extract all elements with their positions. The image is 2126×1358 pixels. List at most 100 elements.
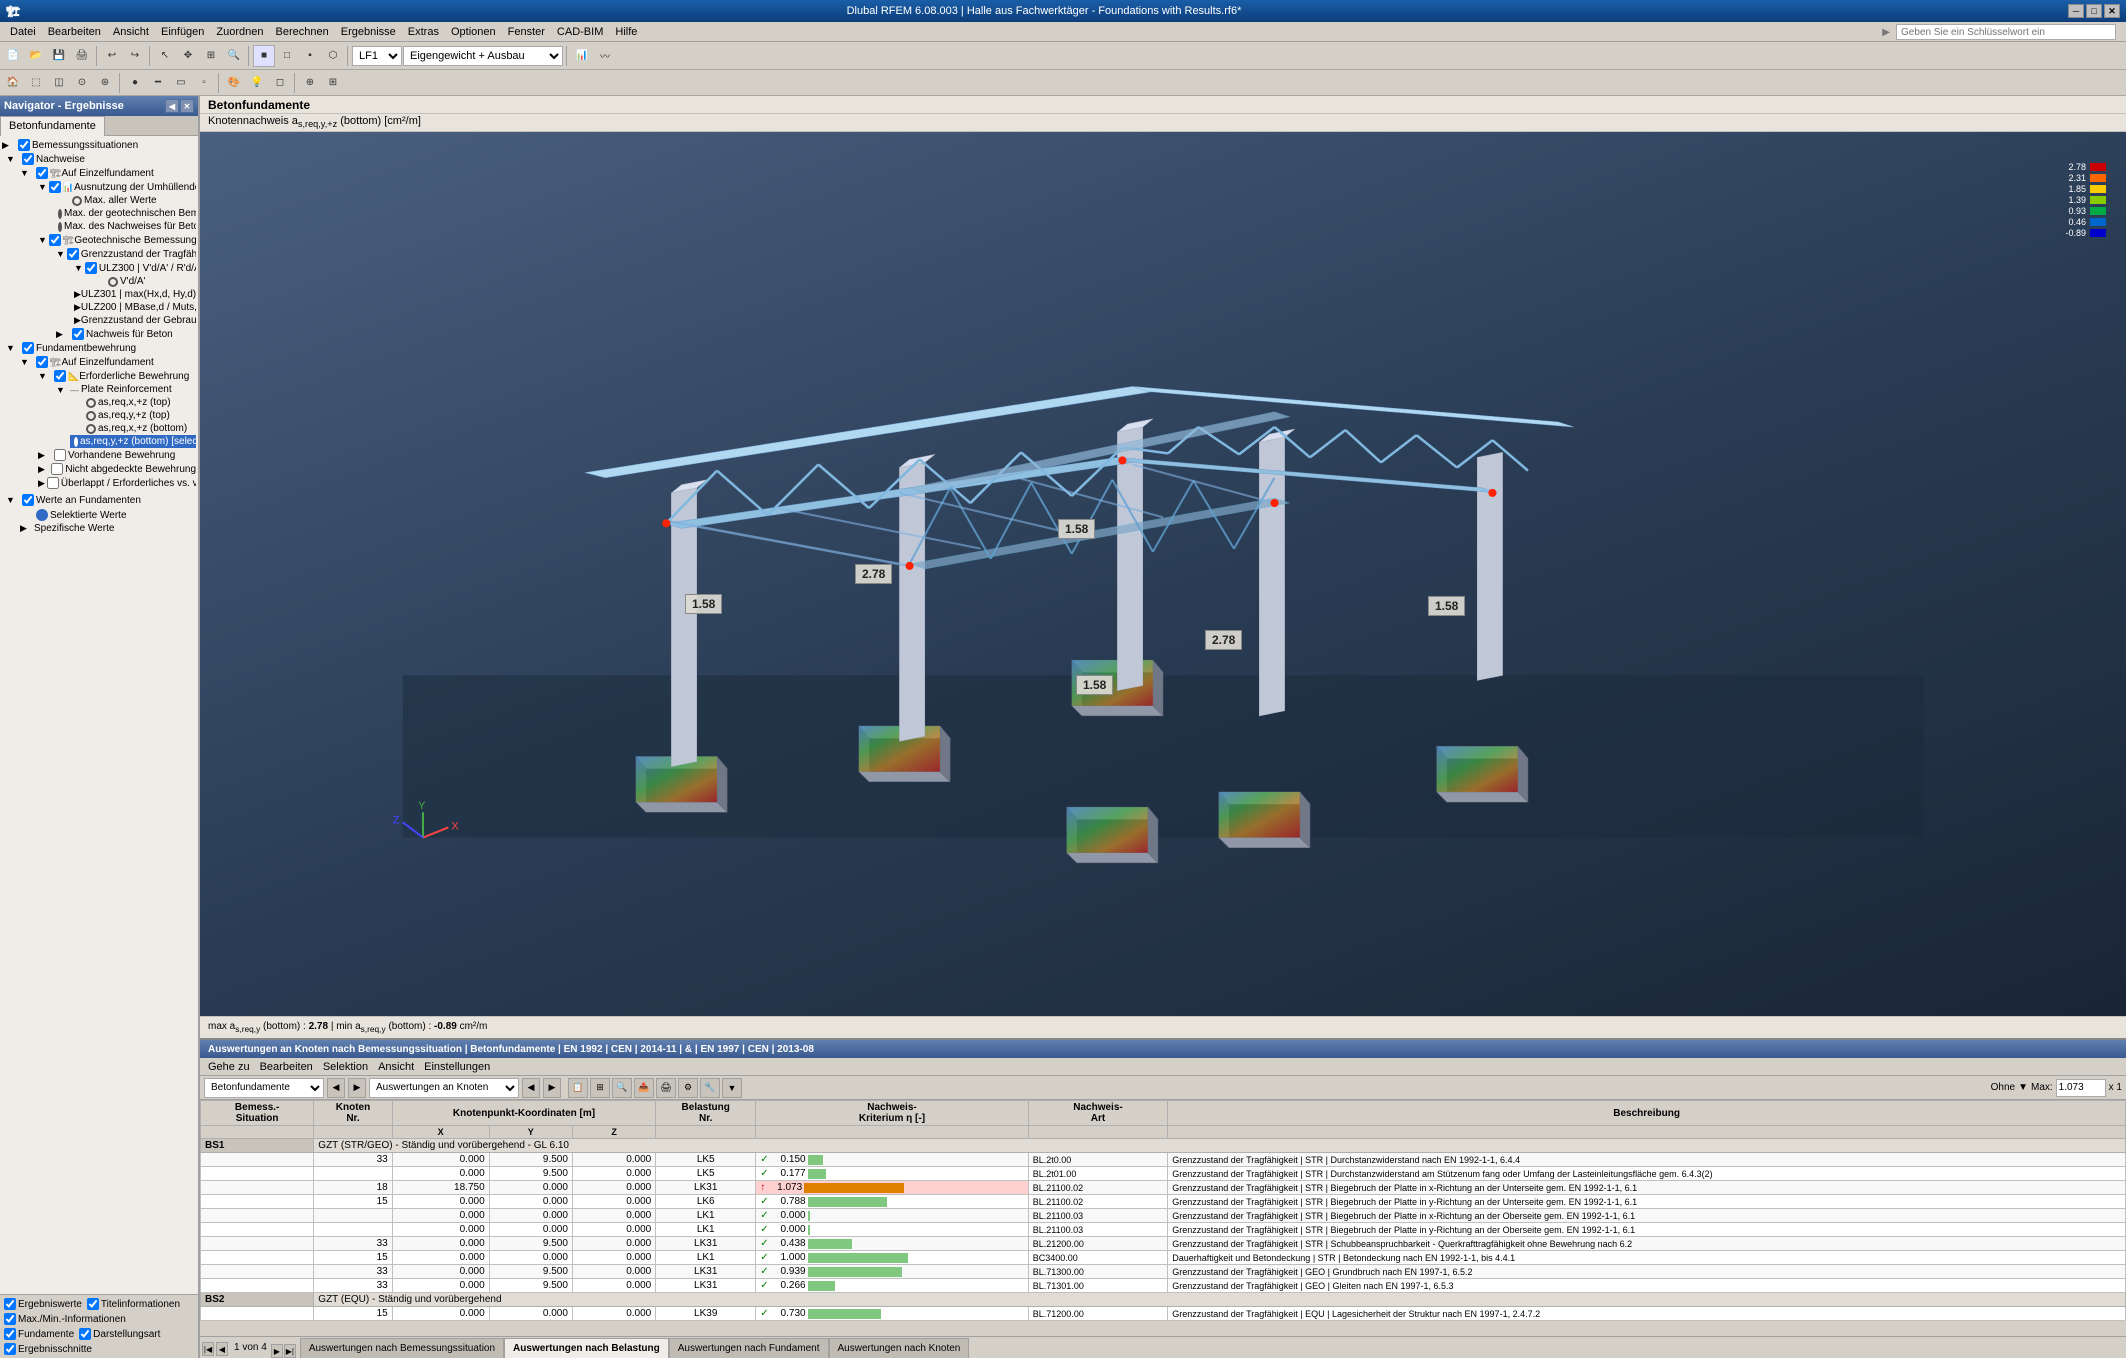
radio-as-y-bot[interactable] (74, 437, 78, 447)
node-btn[interactable]: ● (124, 72, 146, 94)
cb-einzelfundament2[interactable] (36, 356, 48, 368)
deform-btn[interactable]: 〰 (594, 45, 616, 67)
minimize-button[interactable]: ─ (2068, 4, 2084, 18)
menu-fenster[interactable]: Fenster (502, 24, 551, 40)
nav-close-btn[interactable]: ✕ (180, 99, 194, 113)
tb2-btn2[interactable]: ⬚ (25, 72, 47, 94)
view-front-btn[interactable]: ■ (253, 45, 275, 67)
nb-darstellungsart[interactable]: Darstellungsart (77, 1327, 162, 1341)
tree-max-geo[interactable]: Max. der geotechnischen Bemessung (56, 207, 196, 220)
3d-scene[interactable]: X Y Z 1.58 2.78 1.58 2.78 1.58 1.58 (200, 132, 2126, 1016)
tree-max-beton[interactable]: Max. des Nachweises für Beton (56, 220, 196, 233)
tree-plate-reinforcement[interactable]: ▼ — Plate Reinforcement (56, 383, 196, 396)
res-menu-bearbeiten[interactable]: Bearbeiten (256, 1060, 317, 1074)
tab-first-btn[interactable]: |◀ (202, 1342, 214, 1356)
rib-icon7[interactable]: 🔧 (700, 1078, 720, 1098)
nb-maxmin[interactable]: Max./Min.-Informationen (2, 1312, 128, 1326)
cb-geotechnisch[interactable] (49, 234, 61, 246)
menu-cad-bim[interactable]: CAD-BIM (551, 24, 609, 40)
move-btn[interactable]: ✥ (177, 45, 199, 67)
view-3d-btn[interactable]: ⬡ (322, 45, 344, 67)
rib-icon4[interactable]: 📤 (634, 1078, 654, 1098)
btab-belastung[interactable]: Auswertungen nach Belastung (504, 1338, 669, 1358)
radio-max-geo[interactable] (58, 209, 62, 219)
table-row[interactable]: 15 0.000 0.000 0.000 LK1 ✓ 1.000 BC3400.… (201, 1251, 2126, 1265)
tree-as-x-top[interactable]: as,req,x,+z (top) (70, 396, 196, 409)
menu-hilfe[interactable]: Hilfe (609, 24, 643, 40)
tree-grenzzustand[interactable]: ▼ Grenzzustand der Tragfähigkeit (56, 247, 196, 261)
btab-bemessungssituation[interactable]: Auswertungen nach Bemessungssituation (300, 1338, 504, 1358)
tb2-btn3[interactable]: ◫ (48, 72, 70, 94)
cb-ulz300[interactable] (85, 262, 97, 274)
tree-selektierte[interactable]: Selektierte Werte (20, 508, 196, 522)
zoom-all-btn[interactable]: ⊞ (200, 45, 222, 67)
view-side-btn[interactable]: ▪ (299, 45, 321, 67)
table-row[interactable]: 15 0.000 0.000 0.000 LK6 ✓ 0.788 BL.2110… (201, 1195, 2126, 1209)
render-btn[interactable]: 💡 (246, 72, 268, 94)
undo-btn[interactable]: ↩ (101, 45, 123, 67)
radio-selektierte[interactable] (36, 509, 48, 521)
menu-ergebnisse[interactable]: Ergebnisse (335, 24, 402, 40)
tree-vda[interactable]: V'd/A' (92, 275, 196, 288)
cb-nicht-abgedeckte[interactable] (51, 463, 63, 475)
loadtype-combo[interactable]: Eigengewicht + Ausbau (403, 46, 563, 66)
tree-as-y-top[interactable]: as,req,y,+z (top) (70, 409, 196, 422)
wire-btn[interactable]: ◻ (269, 72, 291, 94)
rib-icon1[interactable]: 📋 (568, 1078, 588, 1098)
table-row[interactable]: 0.000 0.000 0.000 LK1 ✓ 0.000 BL.21100.0… (201, 1223, 2126, 1237)
tree-einzelfundament[interactable]: ▼ 🏗 Auf Einzelfundament (20, 166, 196, 180)
open-btn[interactable]: 📂 (25, 45, 47, 67)
tab-last-btn[interactable]: ▶| (284, 1344, 296, 1358)
results-table-wrap[interactable]: Bemess.-Situation KnotenNr. Knotenpunkt-… (200, 1100, 2126, 1336)
tree-ulz200[interactable]: ▶ ULZ200 | MBase,d / Muts,d (74, 301, 196, 314)
nb-titelinformationen[interactable]: Titelinformationen (85, 1297, 182, 1311)
menu-optionen[interactable]: Optionen (445, 24, 502, 40)
results-combo-type[interactable]: Auswertungen an Knoten (369, 1078, 519, 1098)
tree-nachweis-beton[interactable]: ▶ Nachweis für Beton (56, 327, 196, 341)
tree-ulz300[interactable]: ▼ ULZ300 | V'd/A' / R'd/A' (74, 261, 196, 275)
loadcase-combo[interactable]: LF1 (352, 46, 402, 66)
tree-max-alle[interactable]: Max. aller Werte (56, 194, 196, 207)
grid-btn[interactable]: ⊞ (322, 72, 344, 94)
nav-collapse-btn[interactable]: ◀ (165, 99, 179, 113)
nb-ergebnisschnitte[interactable]: Ergebnisschnitte (2, 1342, 94, 1356)
table-row[interactable]: 18 18.750 0.000 0.000 LK31 ↑ 1.073 BL.21… (201, 1181, 2126, 1195)
tree-as-x-bot[interactable]: as,req,x,+z (bottom) (70, 422, 196, 435)
redo-btn[interactable]: ↪ (124, 45, 146, 67)
new-btn[interactable]: 📄 (2, 45, 24, 67)
cb-ueberlappt[interactable] (47, 477, 59, 489)
cb-nachweis-beton[interactable] (72, 328, 84, 340)
menu-datei[interactable]: Datei (4, 24, 42, 40)
rib-icon2[interactable]: ⊞ (590, 1078, 610, 1098)
cb-nachweise[interactable] (22, 153, 34, 165)
nav-tab-betonfundamente[interactable]: Betonfundamente (0, 116, 105, 136)
table-row[interactable]: 33 0.000 9.500 0.000 LK31 ✓ 0.939 BL.713… (201, 1265, 2126, 1279)
cb-werte[interactable] (22, 494, 34, 506)
tree-umhuellenden[interactable]: ▼ 📊 Ausnutzung der Umhüllenden (38, 180, 196, 194)
menu-extras[interactable]: Extras (402, 24, 445, 40)
btab-knoten[interactable]: Auswertungen nach Knoten (829, 1338, 970, 1358)
close-button[interactable]: ✕ (2104, 4, 2120, 18)
results-combo-main[interactable]: Betonfundamente (204, 1078, 324, 1098)
surface-btn[interactable]: ▭ (170, 72, 192, 94)
tree-werte[interactable]: ▼ Werte an Fundamenten (2, 492, 196, 508)
radio-as-x-top[interactable] (86, 398, 96, 408)
tree-bemessungssituationen[interactable]: ▶ Bemessungssituationen (2, 138, 196, 152)
maximize-button[interactable]: □ (2086, 4, 2102, 18)
tree-spezifische[interactable]: ▶ Spezifische Werte (20, 522, 196, 535)
table-row[interactable]: 33 0.000 9.500 0.000 LK31 ✓ 0.438 BL.212… (201, 1237, 2126, 1251)
menu-berechnen[interactable]: Berechnen (270, 24, 335, 40)
nav-next-btn[interactable]: ▶ (348, 1078, 366, 1098)
print-btn[interactable]: 🖨 (71, 45, 93, 67)
cb-fundamentbewehrung[interactable] (22, 342, 34, 354)
tree-nicht-abgedeckte[interactable]: ▶ Nicht abgedeckte Bewehrung (38, 462, 196, 476)
tree-erforderliche[interactable]: ▼ 📐 Erforderliche Bewehrung (38, 369, 196, 383)
tb2-btn1[interactable]: 🏠 (2, 72, 24, 94)
radio-as-y-top[interactable] (86, 411, 96, 421)
tree-ulz301[interactable]: ▶ ULZ301 | max(Hx,d, Hy,d) / Rd,d (74, 288, 196, 301)
zoom-in-btn[interactable]: 🔍 (223, 45, 245, 67)
tree-vorhandene[interactable]: ▶ Vorhandene Bewehrung (38, 448, 196, 462)
rib-icon3[interactable]: 🔍 (612, 1078, 632, 1098)
radio-max-beton[interactable] (58, 222, 62, 232)
tree-geotechnisch[interactable]: ▼ 🏗 Geotechnische Bemessung (38, 233, 196, 247)
